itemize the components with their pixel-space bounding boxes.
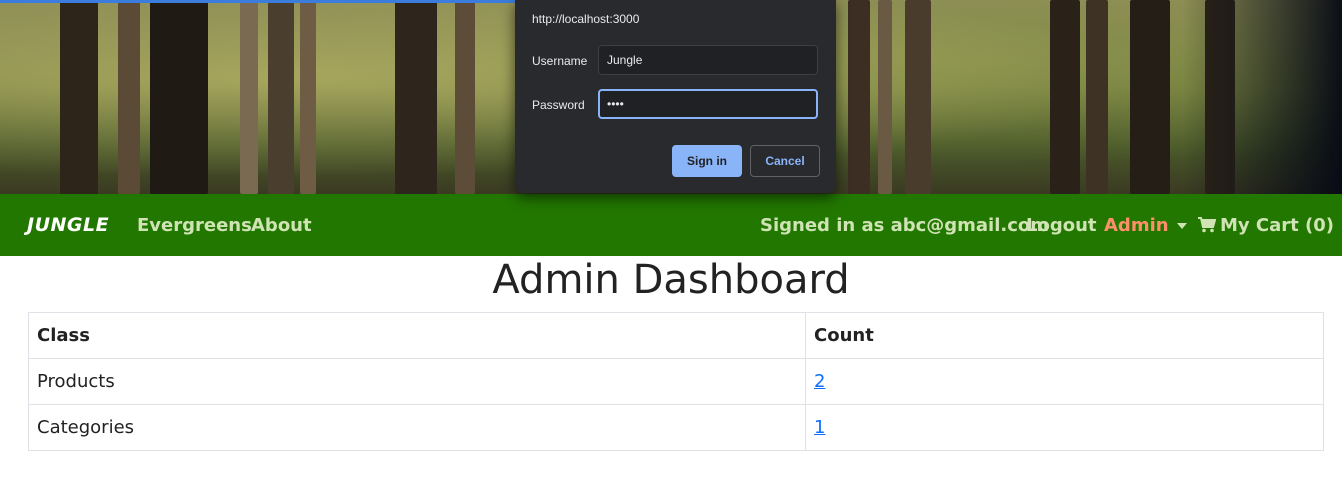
admin-stats-table: Class Count Products 2 Categories 1 [28,312,1324,451]
column-header-class: Class [28,312,806,359]
nav-link-about[interactable]: About [251,215,312,236]
tree-trunk [240,0,258,194]
auth-url: http://localhost:3000 [532,12,640,26]
table-row: Categories 1 [28,404,1324,451]
page-title: Admin Dashboard [492,257,850,303]
http-auth-dialog: http://localhost:3000 Username Jungle Pa… [515,0,836,193]
logout-link[interactable]: Logout [1026,215,1097,236]
class-cell: Products [28,358,806,405]
tree-trunk [1205,0,1235,194]
tree-trunk [848,0,870,194]
count-cell: 1 [805,404,1324,451]
tree-trunk [150,0,208,194]
tree-trunk [1050,0,1080,194]
tree-trunk [1086,0,1108,194]
column-header-count: Count [805,312,1324,359]
tree-trunk [268,0,294,194]
categories-count-link[interactable]: 1 [814,417,825,438]
nav-link-evergreens[interactable]: Evergreens [137,215,252,236]
shopping-cart-icon [1198,217,1216,233]
username-label: Username [532,54,588,68]
tree-trunk [878,0,892,194]
tree-trunk [455,0,475,194]
tree-trunk [1130,0,1170,194]
tree-trunk [118,0,140,194]
password-field[interactable]: •••• [598,89,818,119]
tree-trunk [905,0,931,194]
username-field[interactable]: Jungle [598,45,818,75]
signed-in-status: Signed in as abc@gmail.com [760,215,1050,236]
caret-down-icon [1176,223,1187,229]
admin-label: Admin [1104,215,1169,236]
table-header-row: Class Count [28,312,1324,359]
count-cell: 2 [805,358,1324,405]
cart-link[interactable]: My Cart (0) [1198,215,1334,236]
cart-label: My Cart (0) [1220,215,1334,236]
sign-in-button[interactable]: Sign in [672,145,742,177]
top-navbar: JUNGLE Evergreens About Signed in as abc… [0,194,1342,256]
brand-logo[interactable]: JUNGLE [27,214,109,236]
cancel-button[interactable]: Cancel [750,145,820,177]
tree-trunk [300,0,316,194]
products-count-link[interactable]: 2 [814,371,825,392]
page-loading-bar [0,0,515,3]
admin-dropdown[interactable]: Admin [1104,215,1187,236]
password-label: Password [532,98,585,112]
class-cell: Categories [28,404,806,451]
tree-trunk [60,0,98,194]
tree-trunk [395,0,437,194]
table-row: Products 2 [28,358,1324,405]
